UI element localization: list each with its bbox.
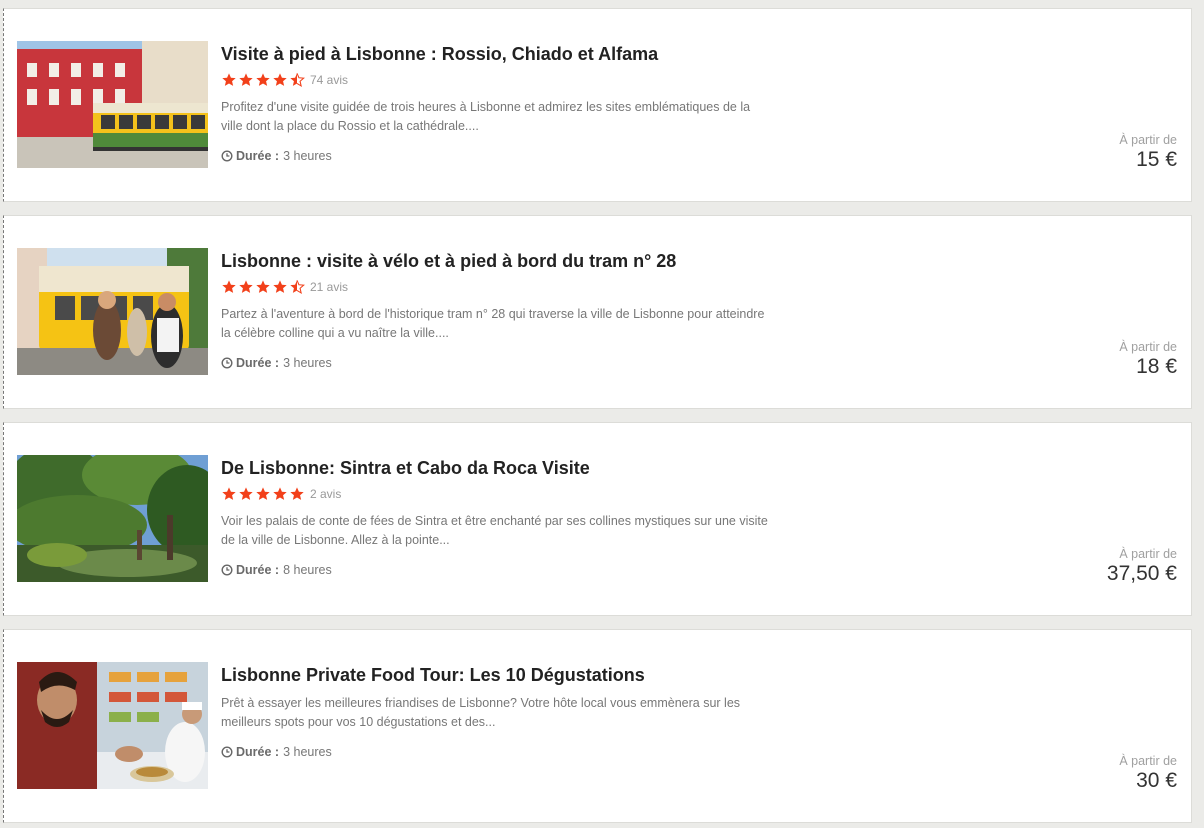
duration-label: Durée : [236,745,280,759]
tour-image[interactable] [17,662,208,789]
duration-value: 3 heures [283,356,332,370]
tour-card[interactable]: Visite à pied à Lisbonne : Rossio, Chiad… [3,8,1192,202]
rating-stars [221,486,306,502]
tour-rating: 21 avis [221,278,348,296]
tour-duration: Durée : 3 heures [221,745,332,759]
tour-title[interactable]: Lisbonne : visite à vélo et à pied à bor… [221,251,676,272]
price-from-label: À partir de [1119,547,1177,561]
tour-image[interactable] [17,248,208,375]
price-from-label: À partir de [1119,133,1177,147]
tour-title[interactable]: De Lisbonne: Sintra et Cabo da Roca Visi… [221,458,590,479]
star-full-icon [239,487,253,500]
tour-card[interactable]: Lisbonne Private Food Tour: Les 10 Dégus… [3,629,1192,823]
clock-icon [221,150,233,162]
tour-image[interactable] [17,455,208,582]
tour-card[interactable]: De Lisbonne: Sintra et Cabo da Roca Visi… [3,422,1192,616]
tour-image[interactable] [17,41,208,168]
review-count[interactable]: 74 avis [310,73,348,87]
duration-label: Durée : [236,563,280,577]
star-full-icon [239,280,253,293]
duration-value: 8 heures [283,563,332,577]
tour-price: À partir de 15 € [1119,133,1177,172]
tour-duration: Durée : 3 heures [221,149,332,163]
price-amount: 18 € [1136,355,1177,378]
tour-title[interactable]: Lisbonne Private Food Tour: Les 10 Dégus… [221,665,645,686]
star-full-icon [222,487,236,500]
review-count[interactable]: 2 avis [310,487,341,501]
tour-rating: 74 avis [221,71,348,89]
tour-title[interactable]: Visite à pied à Lisbonne : Rossio, Chiad… [221,44,658,65]
clock-icon [221,746,233,758]
star-half-icon [290,73,305,88]
tour-duration: Durée : 3 heures [221,356,332,370]
price-amount: 15 € [1136,148,1177,171]
clock-icon [221,357,233,369]
tour-rating: 2 avis [221,485,341,503]
price-amount: 37,50 € [1106,562,1177,585]
tour-description: Profitez d'une visite guidée de trois he… [221,100,751,133]
star-full-icon [256,73,270,86]
tour-duration: Durée : 8 heures [221,563,332,577]
price-from-label: À partir de [1119,754,1177,768]
star-full-icon [273,280,287,293]
price-amount: 30 € [1136,769,1177,792]
duration-value: 3 heures [283,745,332,759]
star-full-icon [290,487,304,500]
tour-description: Prêt à essayer les meilleures friandises… [221,696,741,729]
review-count[interactable]: 21 avis [310,280,348,294]
tour-price: À partir de 37,50 € [1107,547,1177,586]
tour-description: Voir les palais de conte de fées de Sint… [221,514,768,547]
star-full-icon [256,280,270,293]
price-from-label: À partir de [1119,340,1177,354]
star-full-icon [273,73,287,86]
star-full-icon [222,73,236,86]
duration-label: Durée : [236,149,280,163]
star-full-icon [239,73,253,86]
star-full-icon [222,280,236,293]
clock-icon [221,564,233,576]
tour-price: À partir de 30 € [1119,754,1177,793]
tour-description: Partez à l'aventure à bord de l'historiq… [221,307,765,340]
star-full-icon [273,487,287,500]
tour-price: À partir de 18 € [1119,340,1177,379]
duration-label: Durée : [236,356,280,370]
rating-stars [221,279,306,295]
star-half-icon [290,280,305,295]
duration-value: 3 heures [283,149,332,163]
tour-card[interactable]: Lisbonne : visite à vélo et à pied à bor… [3,215,1192,409]
tour-list: Visite à pied à Lisbonne : Rossio, Chiad… [0,0,1204,828]
star-full-icon [256,487,270,500]
rating-stars [221,72,306,88]
